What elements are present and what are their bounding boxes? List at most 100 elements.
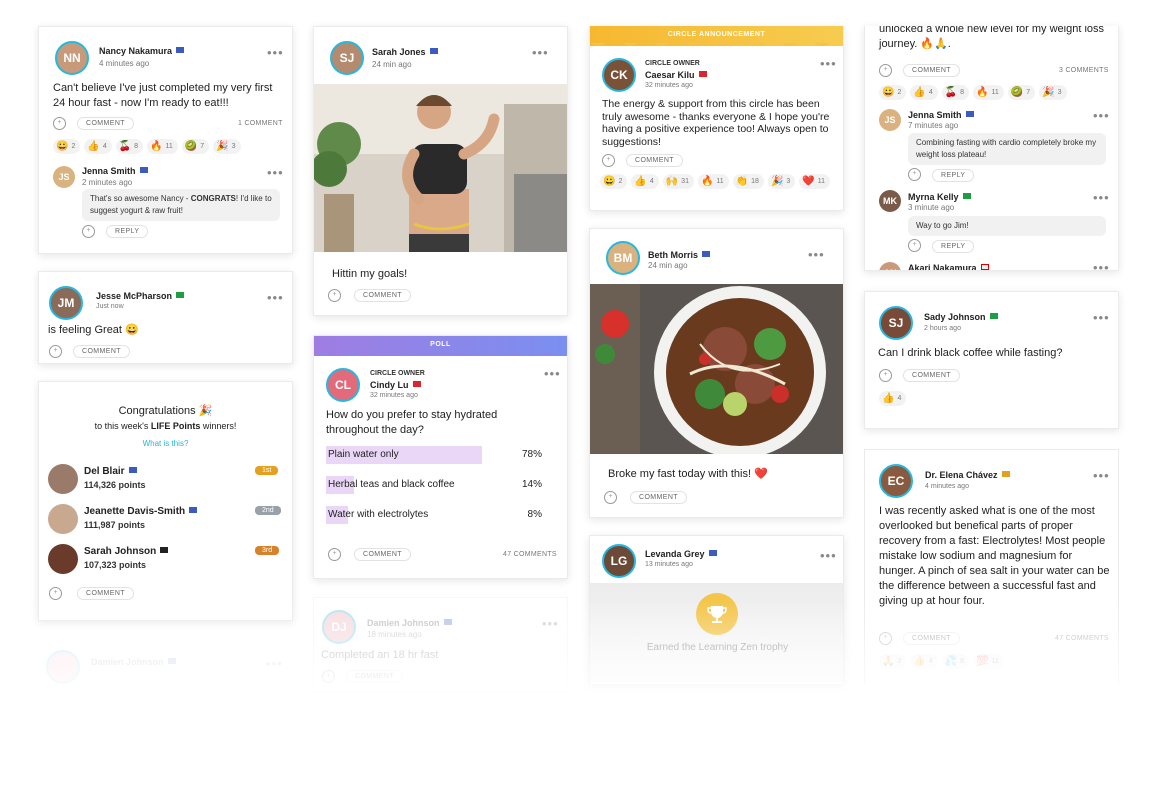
what-is-this-link[interactable]: What is this? xyxy=(39,439,292,448)
add-reaction-icon[interactable]: + xyxy=(49,587,62,600)
add-reaction-icon[interactable]: + xyxy=(328,289,341,302)
poll-option[interactable]: Herbal teas and black coffee 14% xyxy=(326,476,542,494)
reaction-chip[interactable]: 💦 8 xyxy=(941,654,970,669)
more-options-icon[interactable]: ••• xyxy=(1093,311,1110,324)
reply-button[interactable]: REPLY xyxy=(932,240,975,253)
reply-author-name[interactable]: Myrna Kelly xyxy=(908,192,971,202)
comment-count[interactable]: 47 COMMENTS xyxy=(503,551,557,558)
more-options-icon[interactable]: ••• xyxy=(267,291,284,304)
comment-button[interactable]: COMMENT xyxy=(626,154,683,167)
author-name[interactable]: Beth Morris xyxy=(648,250,711,260)
author-name[interactable]: Damien Johnson xyxy=(91,657,176,667)
more-options-icon[interactable]: ••• xyxy=(820,549,837,562)
reaction-chip[interactable]: 🔥 11 xyxy=(973,85,1004,100)
avatar[interactable]: JS xyxy=(879,109,901,131)
more-options-icon[interactable]: ••• xyxy=(267,166,284,179)
add-reaction-icon[interactable]: + xyxy=(879,64,892,77)
reaction-chip[interactable]: 💯 11 xyxy=(973,654,1004,669)
reply-button[interactable]: REPLY xyxy=(932,169,975,182)
reaction-chip[interactable]: 😀 2 xyxy=(53,139,81,154)
add-reaction-icon[interactable]: + xyxy=(908,239,921,252)
more-options-icon[interactable]: ••• xyxy=(266,657,283,670)
reply-author-name[interactable]: Jenna Smith xyxy=(908,110,974,120)
add-reaction-icon[interactable]: + xyxy=(49,345,62,358)
more-options-icon[interactable]: ••• xyxy=(532,46,549,59)
avatar[interactable]: DJ xyxy=(322,610,356,644)
reaction-chip[interactable]: 🔥 11 xyxy=(697,174,729,189)
more-options-icon[interactable]: ••• xyxy=(1093,109,1110,122)
reaction-chip[interactable]: 🙌 31 xyxy=(662,174,694,189)
avatar[interactable]: CL xyxy=(326,368,360,402)
reaction-chip[interactable]: 🥝 7 xyxy=(181,139,210,154)
author-name[interactable]: Jesse McPharson xyxy=(96,291,185,301)
more-options-icon[interactable]: ••• xyxy=(1093,261,1110,270)
reply-author-name[interactable]: Jenna Smith xyxy=(82,166,148,176)
leaderboard-row[interactable]: Jeanette Davis-Smith 111,987 points 2nd xyxy=(39,502,292,536)
author-name[interactable]: Levanda Grey xyxy=(645,549,717,559)
author-name[interactable]: Nancy Nakamura xyxy=(99,46,185,56)
poll-option[interactable]: Plain water only 78% xyxy=(326,446,542,464)
author-name[interactable]: Sady Johnson xyxy=(924,312,998,322)
reaction-chip[interactable]: 🔥 11 xyxy=(147,139,178,154)
comment-button[interactable]: COMMENT xyxy=(903,369,960,382)
winner-name[interactable]: Del Blair xyxy=(84,466,137,477)
avatar[interactable]: CK xyxy=(602,58,636,92)
reaction-chip[interactable]: 🎉 3 xyxy=(767,174,796,189)
reaction-chip[interactable]: 🍒 8 xyxy=(115,139,144,154)
avatar[interactable]: MK xyxy=(879,190,901,212)
avatar[interactable] xyxy=(48,544,78,574)
author-name[interactable]: Cindy Lu xyxy=(370,380,421,390)
author-name[interactable]: Caesar Kilu xyxy=(645,70,707,80)
winner-name[interactable]: Jeanette Davis-Smith xyxy=(84,506,198,517)
comment-button[interactable]: COMMENT xyxy=(354,548,411,561)
add-reaction-icon[interactable]: + xyxy=(604,491,617,504)
reaction-chip[interactable]: 👍 4 xyxy=(910,654,938,669)
add-reaction-icon[interactable]: + xyxy=(322,670,335,683)
add-reaction-icon[interactable]: + xyxy=(53,117,66,130)
post-photo-pho[interactable] xyxy=(590,284,843,454)
comment-count[interactable]: 1 COMMENT xyxy=(238,120,283,127)
avatar[interactable]: EC xyxy=(879,464,913,498)
avatar[interactable] xyxy=(48,464,78,494)
more-options-icon[interactable]: ••• xyxy=(1093,469,1110,482)
leaderboard-row[interactable]: Sarah Johnson 107,323 points 3rd xyxy=(39,542,292,576)
reaction-chip[interactable]: 👍 4 xyxy=(631,174,659,189)
poll-option[interactable]: Water with electrolytes 8% xyxy=(326,506,542,524)
add-reaction-icon[interactable]: + xyxy=(82,225,95,238)
comment-button[interactable]: COMMENT xyxy=(346,670,403,683)
reaction-chip[interactable]: 👍 4 xyxy=(879,391,907,406)
avatar[interactable]: NN xyxy=(55,41,89,75)
reaction-chip[interactable]: 🎉 3 xyxy=(213,139,241,154)
comment-button[interactable]: COMMENT xyxy=(903,632,960,645)
comment-count[interactable]: 3 COMMENTS xyxy=(1059,67,1109,74)
reply-author-name[interactable]: Akari Nakamura xyxy=(908,263,989,270)
add-reaction-icon[interactable]: + xyxy=(879,632,892,645)
comment-count[interactable]: 47 COMMENTS xyxy=(1055,635,1109,642)
avatar[interactable]: JS xyxy=(53,166,75,188)
avatar[interactable] xyxy=(46,650,80,684)
comment-button[interactable]: COMMENT xyxy=(77,117,134,130)
reaction-chip[interactable]: ❤️ 11 xyxy=(799,174,831,189)
more-options-icon[interactable]: ••• xyxy=(808,248,825,261)
reaction-chip[interactable]: 😀 2 xyxy=(879,85,907,100)
comment-button[interactable]: COMMENT xyxy=(77,587,134,600)
reaction-chip[interactable]: 👍 4 xyxy=(84,139,112,154)
more-options-icon[interactable]: ••• xyxy=(820,57,837,70)
comment-button[interactable]: COMMENT xyxy=(630,491,687,504)
more-options-icon[interactable]: ••• xyxy=(1093,191,1110,204)
avatar[interactable] xyxy=(48,504,78,534)
comment-button[interactable]: COMMENT xyxy=(354,289,411,302)
add-reaction-icon[interactable]: + xyxy=(879,369,892,382)
reaction-chip[interactable]: 🙏 2 xyxy=(879,654,907,669)
avatar[interactable]: SJ xyxy=(879,306,913,340)
author-name[interactable]: Sarah Jones xyxy=(372,47,438,57)
avatar[interactable]: AN xyxy=(879,262,901,270)
leaderboard-row[interactable]: Del Blair 114,326 points 1st xyxy=(39,462,292,496)
avatar[interactable]: LG xyxy=(602,544,636,578)
author-name[interactable]: Dr. Elena Chávez xyxy=(925,470,1010,480)
post-photo-fitness[interactable] xyxy=(314,84,567,252)
reaction-chip[interactable]: 🍒 8 xyxy=(941,85,970,100)
avatar[interactable]: BM xyxy=(606,241,640,275)
author-name[interactable]: Damien Johnson xyxy=(367,618,452,628)
reply-button[interactable]: REPLY xyxy=(106,225,149,238)
